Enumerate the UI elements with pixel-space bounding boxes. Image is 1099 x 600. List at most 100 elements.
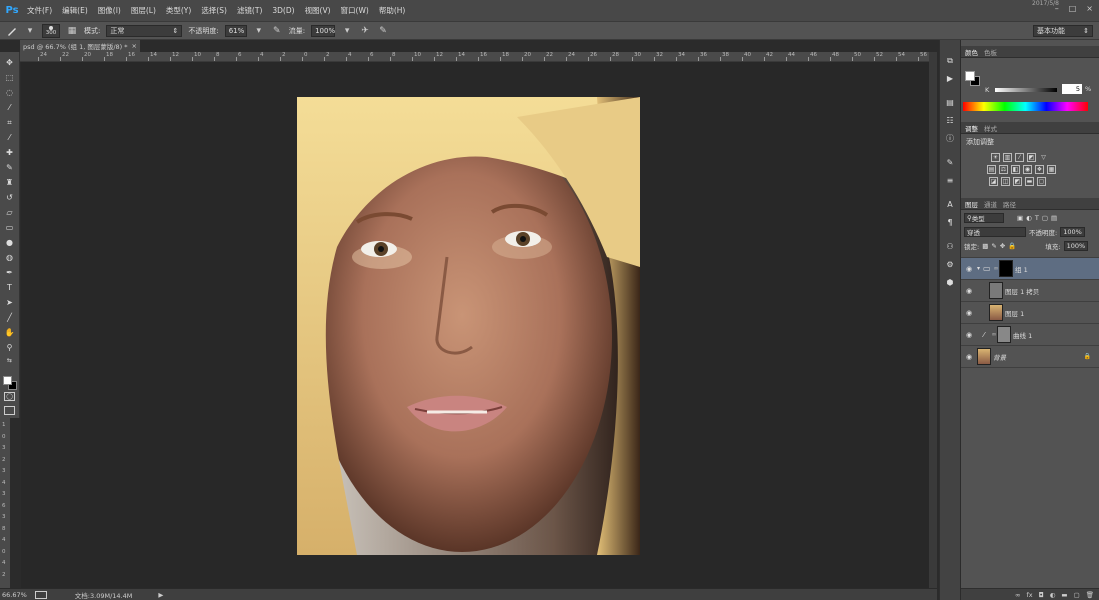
- gradient-tool-icon[interactable]: ▭: [3, 221, 17, 234]
- opacity-input[interactable]: 61%: [224, 24, 247, 37]
- photo-filter-icon[interactable]: ◉: [1023, 165, 1032, 174]
- new-adjustment-icon[interactable]: ◐: [1050, 591, 1056, 599]
- hue-saturation-icon[interactable]: ▤: [987, 165, 996, 174]
- eye-icon[interactable]: ◉: [961, 331, 977, 339]
- lock-position-icon[interactable]: ✥: [1000, 242, 1005, 250]
- info-icon[interactable]: ⓘ: [944, 132, 957, 145]
- pen-tool-icon[interactable]: ✒: [3, 266, 17, 279]
- layer-thumbnail[interactable]: [977, 348, 991, 365]
- menu-help[interactable]: 帮助(H): [374, 0, 411, 22]
- new-group-icon[interactable]: ▬: [1061, 591, 1067, 599]
- filter-kind-select[interactable]: ⚲ 类型: [964, 213, 1004, 223]
- 3d-cube-icon[interactable]: ⬢: [944, 276, 957, 289]
- crop-tool-icon[interactable]: ⌗: [3, 116, 17, 129]
- lock-pixels-icon[interactable]: ✎: [991, 242, 996, 250]
- tab-styles[interactable]: 样式: [984, 123, 997, 133]
- levels-icon[interactable]: ▥: [1003, 153, 1012, 162]
- layer-thumbnail[interactable]: [989, 282, 1003, 299]
- properties-icon[interactable]: ▤: [944, 96, 957, 109]
- curves-icon[interactable]: ⁄: [1015, 153, 1024, 162]
- chevron-down-icon[interactable]: ▾: [24, 25, 36, 37]
- layer-row[interactable]: ◉ ▾ ▭ ∞ 组 1: [961, 258, 1099, 280]
- clone-stamp-tool-icon[interactable]: ♜: [3, 176, 17, 189]
- brush-presets-icon[interactable]: ☷: [944, 114, 957, 127]
- swap-colors-icon[interactable]: ⇆: [3, 356, 17, 364]
- k-value-input[interactable]: 5: [1062, 84, 1082, 94]
- layer-thumbnail[interactable]: [989, 304, 1003, 321]
- history-brush-tool-icon[interactable]: ↺: [3, 191, 17, 204]
- line-tool-icon[interactable]: ╱: [3, 311, 17, 324]
- mode-select[interactable]: 正常 ⇕: [106, 24, 183, 37]
- menu-file[interactable]: 文件(F): [22, 0, 57, 22]
- new-layer-icon[interactable]: ▢: [1074, 591, 1080, 599]
- menu-edit[interactable]: 编辑(E): [57, 0, 93, 22]
- menu-image[interactable]: 图像(I): [93, 0, 126, 22]
- clone-source-icon[interactable]: ⚇: [944, 240, 957, 253]
- zoom-tool-icon[interactable]: ⚲: [3, 341, 17, 354]
- vibrance-icon[interactable]: ▽: [1039, 153, 1048, 162]
- gradient-map-icon[interactable]: ▬: [1025, 177, 1034, 186]
- color-spectrum-bar[interactable]: [963, 102, 1088, 111]
- tab-paths[interactable]: 路径: [1003, 199, 1016, 209]
- adjust-sliders-icon[interactable]: ≡: [944, 174, 957, 187]
- lasso-tool-icon[interactable]: ◌: [3, 86, 17, 99]
- menu-3d[interactable]: 3D(D): [267, 0, 299, 22]
- brush-tool-icon[interactable]: ✎: [3, 161, 17, 174]
- move-tool-icon[interactable]: ✥: [3, 56, 17, 69]
- eye-icon[interactable]: ◉: [961, 265, 977, 273]
- close-button[interactable]: ×: [1086, 4, 1093, 13]
- filter-adjustment-icon[interactable]: ◐: [1026, 214, 1032, 222]
- layer-mask-thumbnail[interactable]: [999, 260, 1013, 277]
- layer-row[interactable]: ◉ 背景 🔒: [961, 346, 1099, 368]
- minimize-button[interactable]: –: [1055, 4, 1059, 13]
- add-mask-icon[interactable]: ◘: [1039, 591, 1044, 599]
- paragraph-icon[interactable]: ¶: [944, 216, 957, 229]
- menu-type[interactable]: 类型(Y): [161, 0, 196, 22]
- link-layers-icon[interactable]: ∞: [1015, 591, 1020, 599]
- filter-pixel-icon[interactable]: ▣: [1017, 214, 1023, 222]
- tab-layers[interactable]: 图层: [965, 199, 978, 209]
- airbrush-icon[interactable]: ✈: [359, 25, 371, 37]
- channel-mixer-icon[interactable]: ❖: [1035, 165, 1044, 174]
- eye-icon[interactable]: ◉: [961, 309, 977, 317]
- tool-presets-icon[interactable]: ⚙: [944, 258, 957, 271]
- brush-settings-icon[interactable]: ✎: [944, 156, 957, 169]
- lock-transparent-icon[interactable]: ▩: [982, 242, 988, 250]
- document-image[interactable]: [297, 97, 640, 555]
- lock-all-icon[interactable]: 🔒: [1008, 242, 1016, 250]
- quick-select-tool-icon[interactable]: ⁄: [3, 101, 17, 114]
- layer-mask-thumbnail[interactable]: [997, 326, 1011, 343]
- selective-color-icon[interactable]: ▢: [1037, 177, 1046, 186]
- brush-panel-icon[interactable]: ▦: [66, 25, 78, 37]
- document-tab[interactable]: psd @ 66.7% (组 1, 图层蒙版/8) * ×: [20, 40, 140, 52]
- close-tab-icon[interactable]: ×: [132, 42, 137, 50]
- eyedropper-tool-icon[interactable]: ⁄: [3, 131, 17, 144]
- layer-opacity-input[interactable]: 100%: [1060, 227, 1085, 237]
- export-icon[interactable]: [34, 590, 47, 599]
- chevron-down-icon[interactable]: ▾: [341, 25, 353, 37]
- layer-style-icon[interactable]: fx: [1026, 591, 1032, 599]
- black-white-icon[interactable]: ◧: [1011, 165, 1020, 174]
- menu-select[interactable]: 选择(S): [196, 0, 232, 22]
- foreground-color-swatch[interactable]: [965, 71, 975, 81]
- zoom-level[interactable]: 66.67%: [2, 591, 27, 599]
- tab-adjustments[interactable]: 调整: [965, 123, 978, 133]
- eye-icon[interactable]: ◉: [961, 353, 977, 361]
- eye-icon[interactable]: ◉: [961, 287, 977, 295]
- filter-smart-icon[interactable]: ▤: [1051, 214, 1057, 222]
- chevron-down-icon[interactable]: ▾: [253, 25, 265, 37]
- menu-layer[interactable]: 图层(L): [126, 0, 161, 22]
- hand-tool-icon[interactable]: ✋: [3, 326, 17, 339]
- chevron-right-icon[interactable]: ▶: [158, 591, 163, 599]
- workspace-select[interactable]: 基本功能 ⇕: [1033, 25, 1093, 37]
- k-slider[interactable]: [995, 88, 1057, 92]
- menu-view[interactable]: 视图(V): [300, 0, 336, 22]
- path-select-tool-icon[interactable]: ➤: [3, 296, 17, 309]
- character-icon[interactable]: A: [944, 198, 957, 211]
- fill-input[interactable]: 100%: [1063, 241, 1089, 251]
- layer-row[interactable]: ◉ 图层 1 拷贝: [961, 280, 1099, 302]
- layer-row[interactable]: ◉ ⁄ ∞ 曲线 1: [961, 324, 1099, 346]
- trash-icon[interactable]: 🗑: [1086, 591, 1094, 599]
- horizontal-ruler[interactable]: 24 22 20 18 16 14 12 10 8 6 4 2 0 2 4 6 8 10 12 14 16 18 20 22 2…: [20, 52, 929, 62]
- tab-swatches[interactable]: 色板: [984, 47, 997, 57]
